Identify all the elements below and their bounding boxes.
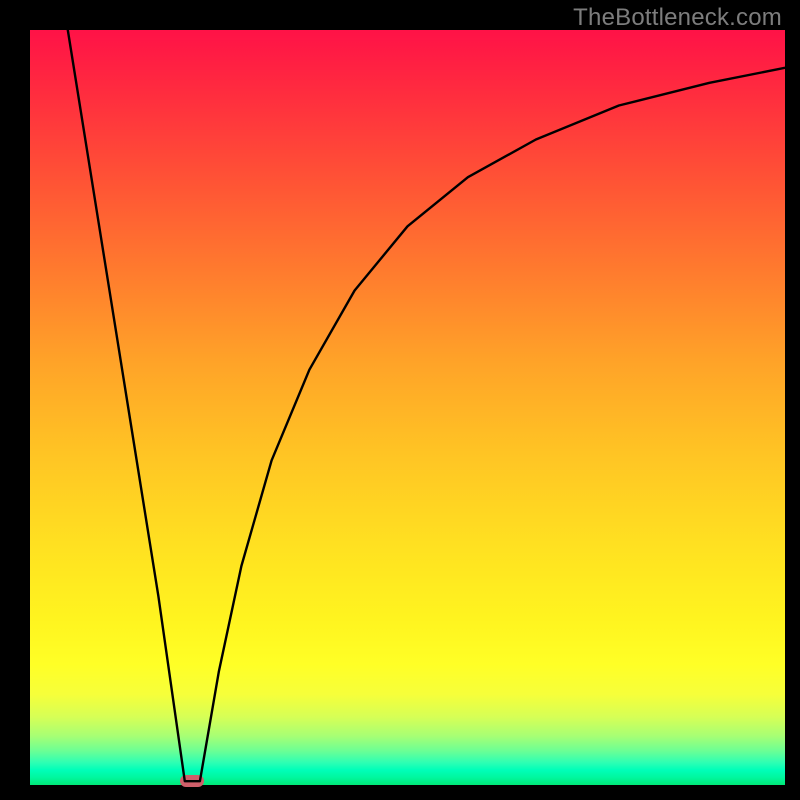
bottleneck-curve xyxy=(30,30,785,785)
plot-area xyxy=(30,30,785,785)
chart-frame: TheBottleneck.com xyxy=(0,0,800,800)
curve-path xyxy=(68,30,785,781)
optimum-marker xyxy=(180,775,204,787)
watermark-text: TheBottleneck.com xyxy=(573,4,782,32)
